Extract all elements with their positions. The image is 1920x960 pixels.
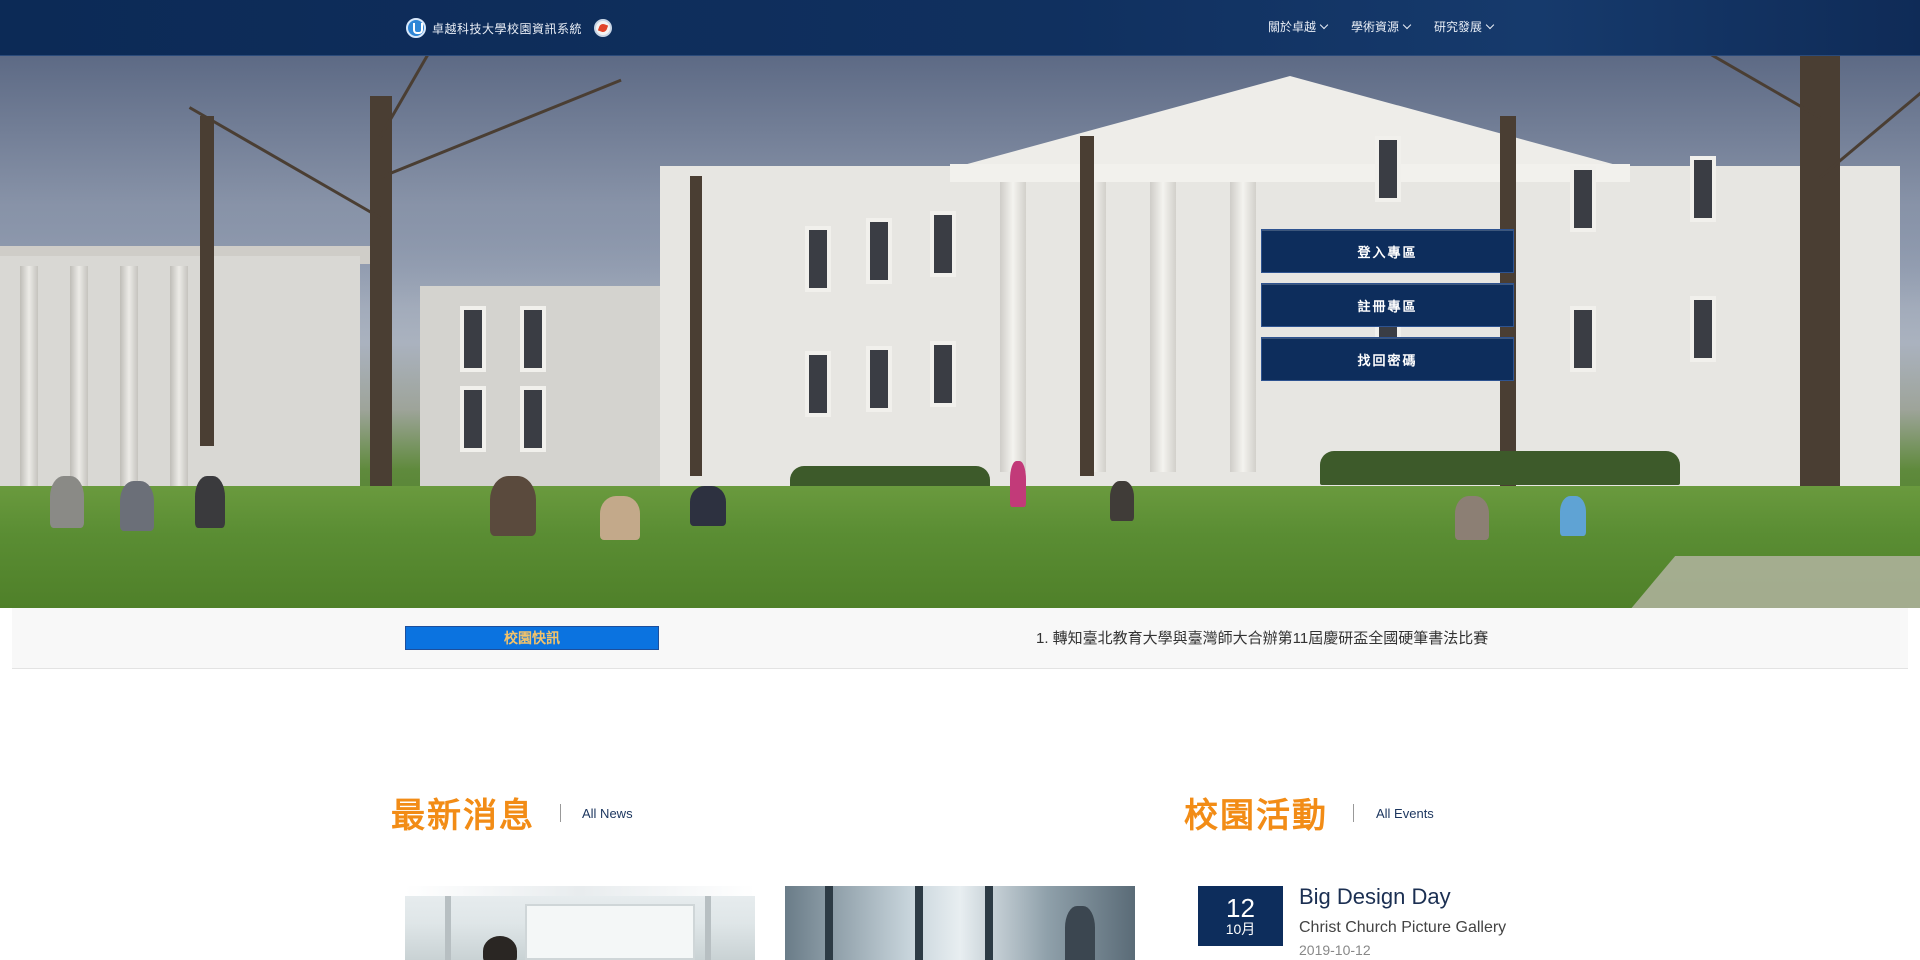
student-figure bbox=[1455, 496, 1489, 540]
building-window bbox=[520, 386, 546, 452]
student-figure bbox=[1110, 481, 1134, 521]
login-button[interactable]: 登入專區 bbox=[1261, 229, 1514, 273]
lab-shelf bbox=[525, 904, 695, 960]
ticker-headline[interactable]: 1. 轉知臺北教育大學與臺灣師大合辦第11屆慶研盃全國硬筆書法比賽 bbox=[1036, 627, 1528, 649]
brand[interactable]: 卓越科技大學校園資訊系統 bbox=[406, 18, 613, 38]
event-day: 12 bbox=[1226, 893, 1255, 923]
building-column bbox=[1150, 182, 1176, 472]
chevron-down-icon bbox=[1402, 20, 1412, 29]
events-section-title: 校園活動 bbox=[1184, 797, 1328, 835]
register-button[interactable]: 註冊專區 bbox=[1261, 283, 1514, 327]
chevron-down-icon bbox=[1485, 20, 1495, 29]
student-figure bbox=[195, 476, 225, 528]
lab-post bbox=[705, 896, 711, 960]
nav-item-about[interactable]: 關於卓越 bbox=[1268, 18, 1329, 35]
nav-item-academic-resources[interactable]: 學術資源 bbox=[1351, 18, 1412, 35]
nav-item-label: 學術資源 bbox=[1351, 20, 1400, 34]
news-thumbnail[interactable] bbox=[405, 886, 755, 960]
building-window bbox=[1375, 136, 1401, 202]
building-window bbox=[805, 351, 831, 417]
window-frame bbox=[915, 886, 923, 960]
building-window bbox=[1570, 306, 1596, 372]
building-window bbox=[930, 341, 956, 407]
building-column bbox=[1230, 182, 1256, 472]
student-figure bbox=[50, 476, 84, 528]
building-window bbox=[1690, 296, 1716, 362]
student-figure bbox=[120, 481, 154, 531]
building-window bbox=[460, 386, 486, 452]
news-section-title: 最新消息 bbox=[391, 797, 535, 835]
student-figure bbox=[490, 476, 536, 536]
news-title-divider bbox=[560, 804, 561, 822]
building-window bbox=[805, 226, 831, 292]
building-window bbox=[866, 346, 892, 412]
news-ticker: 校園快訊 1. 轉知臺北教育大學與臺灣師大合辦第11屆慶研盃全國硬筆書法比賽 bbox=[12, 608, 1908, 669]
window-frame bbox=[825, 886, 833, 960]
building-window bbox=[460, 306, 486, 372]
all-events-link[interactable]: All Events bbox=[1376, 806, 1434, 821]
event-location: Christ Church Picture Gallery bbox=[1299, 919, 1507, 936]
reset-password-button[interactable]: 找回密碼 bbox=[1261, 337, 1514, 381]
person-head bbox=[483, 936, 517, 960]
student-figure bbox=[1560, 496, 1586, 536]
hedge bbox=[1320, 451, 1680, 485]
badge-icon bbox=[594, 19, 613, 37]
student-figure bbox=[1010, 461, 1026, 507]
tree-trunk bbox=[370, 96, 392, 516]
nav-item-label: 關於卓越 bbox=[1268, 20, 1317, 34]
building-window bbox=[1570, 166, 1596, 232]
building-cornice bbox=[950, 164, 1630, 182]
ceiling-light bbox=[405, 886, 755, 896]
tree-trunk bbox=[690, 176, 702, 476]
window-frame bbox=[985, 886, 993, 960]
main-nav: 關於卓越 學術資源 研究發展 bbox=[1268, 18, 1495, 35]
building-window bbox=[1690, 156, 1716, 222]
building-window bbox=[520, 306, 546, 372]
building-column bbox=[1000, 182, 1026, 472]
tree-trunk bbox=[1080, 136, 1094, 476]
building-wing bbox=[420, 286, 680, 516]
event-date-badge: 12 10月 bbox=[1198, 886, 1283, 946]
nav-item-research[interactable]: 研究發展 bbox=[1434, 18, 1495, 35]
top-navbar: 卓越科技大學校園資訊系統 關於卓越 學術資源 研究發展 bbox=[0, 0, 1920, 56]
building-window bbox=[930, 211, 956, 277]
lab-post bbox=[445, 896, 451, 960]
building-pediment bbox=[960, 76, 1620, 166]
event-date: 2019-10-12 bbox=[1299, 942, 1371, 958]
news-thumbnail[interactable] bbox=[785, 886, 1135, 960]
walkway bbox=[1624, 556, 1920, 608]
nav-item-label: 研究發展 bbox=[1434, 20, 1483, 34]
student-figure bbox=[690, 486, 726, 526]
all-news-link[interactable]: All News bbox=[582, 806, 633, 821]
events-title-divider bbox=[1353, 804, 1354, 822]
chevron-down-icon bbox=[1319, 20, 1329, 29]
lawn bbox=[0, 486, 1920, 608]
event-month: 10月 bbox=[1225, 921, 1256, 937]
student-figure bbox=[600, 496, 640, 540]
university-logo-icon bbox=[406, 18, 426, 38]
site-title: 卓越科技大學校園資訊系統 bbox=[432, 21, 583, 36]
ticker-label: 校園快訊 bbox=[405, 626, 659, 650]
event-title[interactable]: Big Design Day bbox=[1299, 884, 1451, 910]
pendant-lamp bbox=[1065, 906, 1095, 960]
building-window bbox=[866, 218, 892, 284]
tree-trunk bbox=[1800, 56, 1840, 526]
hero-campus-image: 登入專區 註冊專區 找回密碼 bbox=[0, 56, 1920, 608]
tree-trunk bbox=[200, 116, 214, 446]
